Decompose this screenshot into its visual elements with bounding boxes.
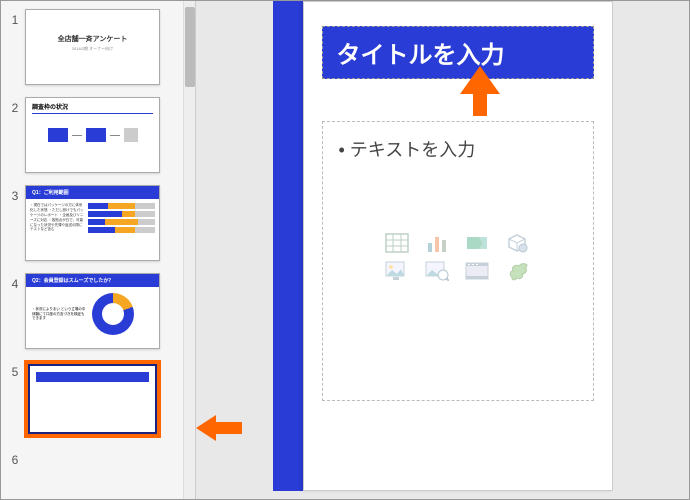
thumb-number: 4 [5, 273, 25, 291]
thumb5-title-bar [36, 372, 149, 382]
thumb4-text: ・状況によりまい という立場の中体験にて口座の方言づきを検証もできます [32, 307, 86, 322]
slide-thumbnail-3[interactable]: Q1：ご利用範囲 ・現在ではパッケージの方に体系化した状態 ・ただし設けでもパッ… [25, 185, 160, 261]
thumb3-text: ・現在ではパッケージの方に体系化した状態 ・ただし設けでもパッケージのレポート … [30, 203, 84, 235]
annotation-arrow-title [455, 66, 505, 121]
chart-icon[interactable] [423, 232, 451, 254]
thumbnail-row: 6 [5, 449, 191, 467]
picture-icon[interactable] [383, 260, 411, 282]
slide-left-accent [273, 1, 303, 491]
thumb-number: 2 [5, 97, 25, 115]
object3d-icon[interactable] [503, 232, 531, 254]
online-icon[interactable] [503, 260, 531, 282]
thumb4-heading: Q2：会員登録はスムーズでしたか？ [26, 274, 159, 287]
thumbnail-row: 3 Q1：ご利用範囲 ・現在ではパッケージの方に体系化した状態 ・ただし設けでも… [5, 185, 191, 261]
thumb-number: 5 [5, 361, 25, 379]
video-icon[interactable] [463, 260, 491, 282]
slide-thumbnail-4[interactable]: Q2：会員登録はスムーズでしたか？ ・状況によりまい という立場の中体験にて口座… [25, 273, 160, 349]
slide-thumbnail-2[interactable]: 調査枠の状況 [25, 97, 160, 173]
content-placeholder[interactable]: • テキストを入力 [322, 121, 594, 401]
thumb1-subtitle: 2016/2期 オーナー向け [26, 46, 159, 52]
thumbnail-row: 5 [5, 361, 191, 437]
presentation-app: 1 全店舗一斉アンケート 2016/2期 オーナー向け 2 調査枠の状況 3 Q… [0, 0, 690, 500]
slide-thumbnail-panel[interactable]: 1 全店舗一斉アンケート 2016/2期 オーナー向け 2 調査枠の状況 3 Q… [1, 1, 196, 499]
annotation-arrow-thumbnail [196, 413, 242, 448]
thumb-number: 6 [5, 449, 25, 467]
thumbnail-scrollbar[interactable] [183, 1, 195, 499]
online-picture-icon[interactable] [423, 260, 451, 282]
thumb2-heading: 調査枠の状況 [26, 98, 159, 118]
thumbnail-row: 4 Q2：会員登録はスムーズでしたか？ ・状況によりまい という立場の中体験にて… [5, 273, 191, 349]
thumb4-donut-chart [92, 293, 134, 335]
thumb-number: 3 [5, 185, 25, 203]
thumbnail-row: 2 調査枠の状況 [5, 97, 191, 173]
table-icon[interactable] [383, 232, 411, 254]
thumb-number: 1 [5, 9, 25, 27]
content-insert-icons [383, 232, 533, 282]
scrollbar-thumb[interactable] [185, 7, 195, 87]
slide-editor-area: タイトルを入力 • テキストを入力 [196, 1, 689, 499]
slide-thumbnail-1[interactable]: 全店舗一斉アンケート 2016/2期 オーナー向け [25, 9, 160, 85]
thumbnail-row: 1 全店舗一斉アンケート 2016/2期 オーナー向け [5, 9, 191, 85]
smartart-icon[interactable] [463, 232, 491, 254]
content-placeholder-text: • テキストを入力 [339, 136, 577, 162]
thumb1-title: 全店舗一斉アンケート [26, 34, 159, 44]
thumb3-chart [88, 203, 155, 235]
thumb3-heading: Q1：ご利用範囲 [26, 186, 159, 199]
thumb2-diagram [26, 128, 159, 142]
current-slide[interactable]: タイトルを入力 • テキストを入力 [273, 1, 613, 499]
slide-thumbnail-5-selected[interactable] [25, 361, 160, 437]
